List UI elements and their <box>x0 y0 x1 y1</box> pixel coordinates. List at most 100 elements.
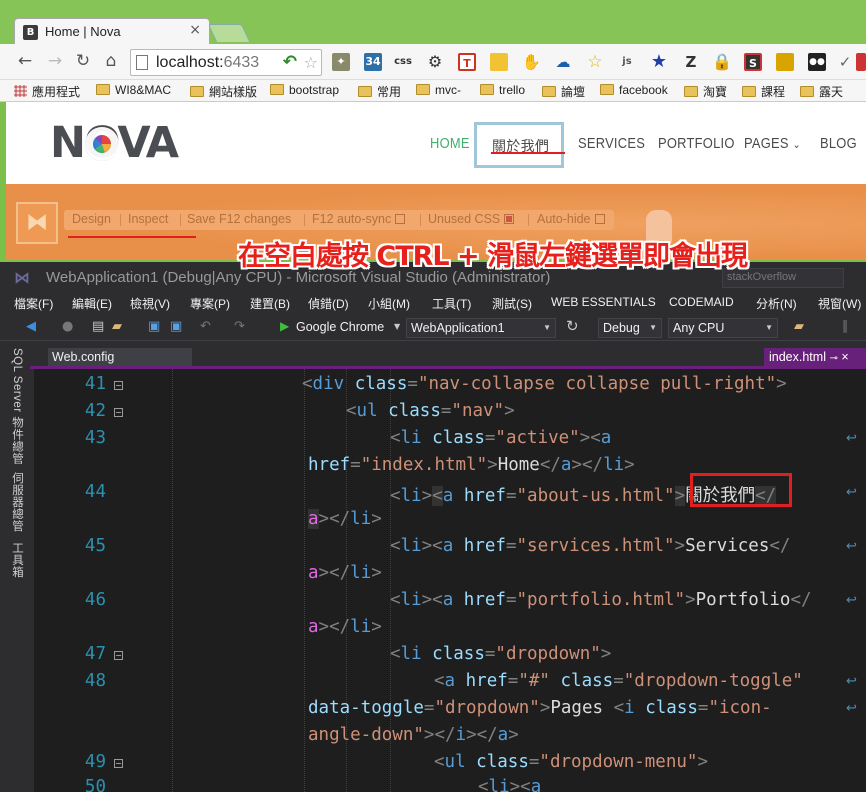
bookmark-apps[interactable]: 應用程式 <box>14 83 80 100</box>
undo-icon[interactable]: ↶ <box>283 52 297 72</box>
bookmark-folder[interactable]: 常用 <box>358 83 401 100</box>
menu-build[interactable]: 建置(B) <box>250 295 290 312</box>
bookmark-folder[interactable]: trello <box>480 83 525 97</box>
server-explorer-tab[interactable]: 伺服器總管 <box>9 472 25 532</box>
home-icon[interactable]: ⌂ <box>100 50 122 72</box>
nav-portfolio[interactable]: PORTFOLIO <box>658 135 735 152</box>
extension-hand-icon[interactable]: ✋ <box>522 53 541 71</box>
extension-star-icon[interactable]: ☆ <box>586 53 604 71</box>
unused-css-toggle[interactable]: Unused CSS <box>428 212 515 226</box>
reload-icon[interactable]: ↻ <box>72 50 94 72</box>
fold-icon[interactable]: − <box>114 381 123 390</box>
new-project-icon[interactable]: ▤ <box>92 319 104 334</box>
extension-z-icon[interactable]: Z <box>682 53 700 71</box>
extension-grid-icon[interactable]: 34 <box>364 53 382 71</box>
address-bar[interactable]: localhost:6433 ↶ ☆ <box>130 49 322 76</box>
back-icon[interactable]: ← <box>14 50 36 72</box>
run-browser-button[interactable]: Google Chrome <box>296 320 384 334</box>
extension-css-icon[interactable]: css <box>394 53 412 71</box>
undo-icon[interactable]: ↶ <box>200 319 211 334</box>
nav-blog[interactable]: BLOG <box>820 135 857 152</box>
menu-test[interactable]: 測試(S) <box>492 295 532 312</box>
menu-debug[interactable]: 偵錯(D) <box>308 295 349 312</box>
menu-analyze[interactable]: 分析(N) <box>756 295 797 312</box>
pin-icon[interactable]: ⊸ <box>829 353 837 364</box>
find-icon[interactable]: ▰ <box>794 319 804 334</box>
f12-auto-sync-toggle[interactable]: F12 auto-sync <box>312 212 406 226</box>
bookmark-folder[interactable]: 網站樣版 <box>190 83 257 100</box>
menu-tools[interactable]: 工具(T) <box>432 295 471 312</box>
bookmark-folder[interactable]: 課程 <box>742 83 785 100</box>
forward-icon[interactable]: → <box>44 50 66 72</box>
web-essentials-logo-icon[interactable]: ⧓ <box>16 202 58 244</box>
browser-tab-home[interactable]: B Home | Nova × <box>14 18 210 46</box>
nav-services[interactable]: SERVICES <box>578 135 645 152</box>
navigate-forward-icon[interactable]: ● <box>62 319 73 334</box>
extension-t-icon[interactable]: T <box>458 53 476 71</box>
platform-dropdown[interactable]: Any CPU ▼ <box>668 318 778 338</box>
extension-stamp-icon[interactable]: ✦ <box>332 53 350 71</box>
tab-web-config[interactable]: Web.config <box>48 348 192 368</box>
extension-check-icon[interactable]: ✓ <box>836 53 854 71</box>
bookmark-folder[interactable]: mvc- <box>416 83 461 97</box>
fold-icon[interactable]: − <box>114 651 123 660</box>
inspect-button[interactable]: Inspect <box>128 212 168 226</box>
code-line-45-wrap: a></li> <box>308 563 382 583</box>
tab-index-html[interactable]: index.html ⊸ × <box>764 348 866 368</box>
fold-icon[interactable]: − <box>114 759 123 768</box>
redo-icon[interactable]: ↷ <box>234 319 245 334</box>
run-icon[interactable]: ▶ <box>280 319 289 333</box>
auto-hide-toggle[interactable]: Auto-hide <box>537 212 605 226</box>
close-tab-icon[interactable]: × <box>189 22 201 38</box>
bookmark-folder[interactable]: 論壇 <box>542 83 585 100</box>
refresh-icon[interactable]: ↻ <box>566 317 579 335</box>
extension-js-icon[interactable]: js <box>618 53 636 71</box>
bookmark-folder[interactable]: facebook <box>600 83 668 97</box>
menu-web-essentials[interactable]: WEB ESSENTIALS <box>551 295 656 309</box>
code-line-46: <li><a href="portfolio.html">Portfolio</ <box>390 590 812 610</box>
extension-cloud-icon[interactable]: ☁ <box>554 53 572 71</box>
extension-blue-star-icon[interactable]: ★ <box>650 53 668 71</box>
red-underline <box>491 152 565 154</box>
menu-view[interactable]: 檢視(V) <box>130 295 170 312</box>
navigate-back-icon[interactable]: ◀ <box>26 319 36 334</box>
toolbox-tab[interactable]: 工具箱 <box>9 542 25 578</box>
extension-gear-icon[interactable]: ⚙ <box>426 53 444 71</box>
new-tab-button[interactable] <box>207 24 251 42</box>
open-folder-icon[interactable]: ▰ <box>112 319 122 334</box>
extension-s-icon[interactable]: S <box>744 53 762 71</box>
menu-project[interactable]: 專案(P) <box>190 295 230 312</box>
save-f12-changes-button[interactable]: Save F12 changes <box>187 212 291 226</box>
chevron-down-icon[interactable]: ▼ <box>394 322 400 331</box>
save-icon[interactable]: ▣ <box>148 319 160 334</box>
code-line-42: <ul class="nav"> <box>346 401 515 421</box>
bookmark-folder[interactable]: bootstrap <box>270 83 339 97</box>
bookmark-folder[interactable]: 淘寶 <box>684 83 727 100</box>
bookmark-folder[interactable]: 露天 <box>800 83 843 100</box>
nav-home[interactable]: HOME <box>430 135 470 152</box>
menu-window[interactable]: 視窗(W) <box>818 295 861 312</box>
menu-team[interactable]: 小組(M) <box>368 295 410 312</box>
nav-pages[interactable]: PAGES ⌄ <box>744 135 801 152</box>
sql-server-explorer-tab[interactable]: SQL Server 物件總管 <box>9 348 25 464</box>
pause-icon[interactable]: ∥ <box>842 319 849 334</box>
project-dropdown[interactable]: WebApplication1 ▼ <box>406 318 556 338</box>
design-button[interactable]: Design <box>72 212 111 226</box>
line-number: 41 <box>84 374 106 394</box>
bookmark-star-icon[interactable]: ☆ <box>304 53 318 72</box>
close-icon[interactable]: × <box>841 350 848 364</box>
menu-edit[interactable]: 編輯(E) <box>72 295 112 312</box>
extension-ruler-icon[interactable] <box>776 53 794 71</box>
extension-note-icon[interactable] <box>490 53 508 71</box>
folder-icon <box>96 84 110 95</box>
config-dropdown[interactable]: Debug ▼ <box>598 318 662 338</box>
extension-glasses-icon[interactable]: ●● <box>808 53 826 71</box>
extension-lock-icon[interactable]: 🔒 <box>712 53 732 71</box>
menu-codemaid[interactable]: CODEMAID <box>669 295 734 309</box>
code-editor[interactable]: 41 − <div class="nav-collapse collapse p… <box>34 369 866 792</box>
fold-icon[interactable]: − <box>114 408 123 417</box>
extension-red-icon[interactable] <box>856 53 866 71</box>
menu-file[interactable]: 檔案(F) <box>14 295 53 312</box>
bookmark-folder[interactable]: WI8&MAC <box>96 83 171 97</box>
save-all-icon[interactable]: ▣ <box>170 319 182 334</box>
